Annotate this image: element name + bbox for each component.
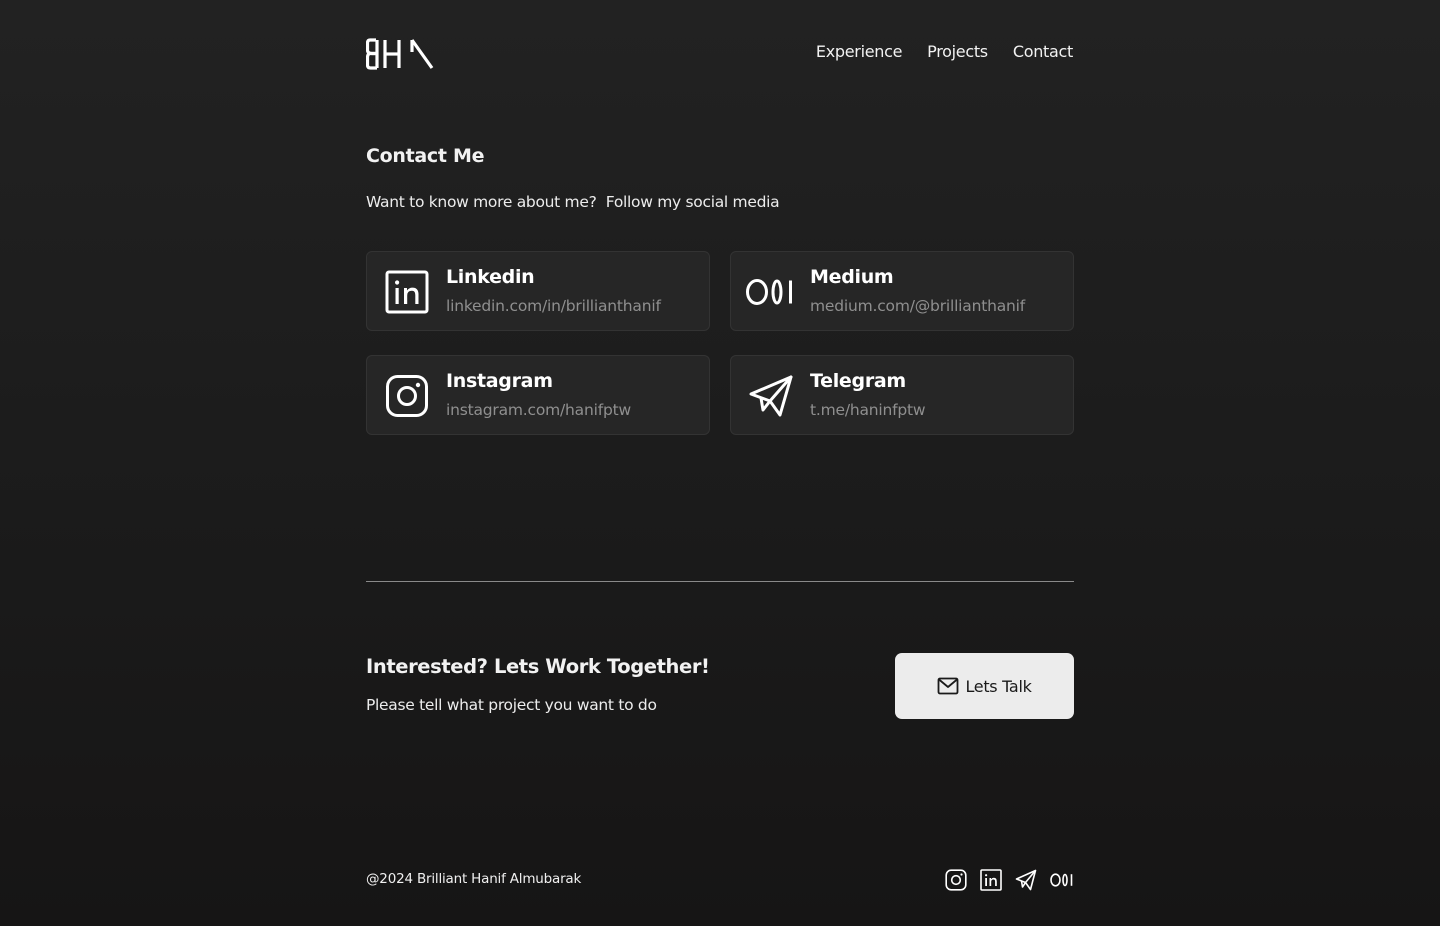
- contact-subtitle: Want to know more about me? Follow my so…: [366, 193, 780, 211]
- main-nav: Experience Projects Contact: [816, 42, 1073, 61]
- page-container: Experience Projects Contact Contact Me W…: [366, 0, 1074, 926]
- footer-linkedin-icon[interactable]: [980, 869, 1002, 891]
- lets-talk-label: Lets Talk: [965, 676, 1032, 696]
- contact-title: Contact Me: [366, 145, 485, 167]
- medium-card[interactable]: Medium medium.com/@brillianthanif: [730, 251, 1074, 331]
- instagram-icon: [384, 373, 430, 419]
- nav-contact[interactable]: Contact: [1013, 42, 1073, 61]
- section-divider: [366, 581, 1074, 582]
- mail-icon: [937, 677, 959, 695]
- logo[interactable]: [366, 38, 434, 70]
- medium-icon: [746, 269, 796, 315]
- footer-telegram-icon[interactable]: [1015, 869, 1037, 891]
- cta-title: Interested? Lets Work Together!: [366, 655, 710, 678]
- card-name: Telegram: [810, 370, 906, 392]
- lets-talk-button[interactable]: Lets Talk: [895, 653, 1074, 719]
- footer-medium-icon[interactable]: [1050, 869, 1074, 891]
- card-url: instagram.com/hanifptw: [446, 401, 631, 419]
- instagram-card[interactable]: Instagram instagram.com/hanifptw: [366, 355, 710, 435]
- linkedin-icon: [384, 269, 430, 315]
- nav-projects[interactable]: Projects: [927, 42, 988, 61]
- cta-subtitle: Please tell what project you want to do: [366, 696, 657, 714]
- footer-instagram-icon[interactable]: [945, 869, 967, 891]
- telegram-icon: [748, 373, 794, 419]
- bha-monogram-logo: [366, 38, 434, 70]
- footer-social-links: [945, 869, 1074, 891]
- card-url: t.me/haninfptw: [810, 401, 926, 419]
- linkedin-card[interactable]: Linkedin linkedin.com/in/brillianthanif: [366, 251, 710, 331]
- nav-experience[interactable]: Experience: [816, 42, 903, 61]
- site-header: Experience Projects Contact: [366, 36, 1074, 72]
- card-name: Linkedin: [446, 266, 535, 288]
- card-name: Medium: [810, 266, 894, 288]
- card-name: Instagram: [446, 370, 553, 392]
- card-url: linkedin.com/in/brillianthanif: [446, 297, 661, 315]
- telegram-card[interactable]: Telegram t.me/haninfptw: [730, 355, 1074, 435]
- footer-copyright: @2024 Brilliant Hanif Almubarak: [366, 871, 582, 887]
- card-url: medium.com/@brillianthanif: [810, 297, 1026, 315]
